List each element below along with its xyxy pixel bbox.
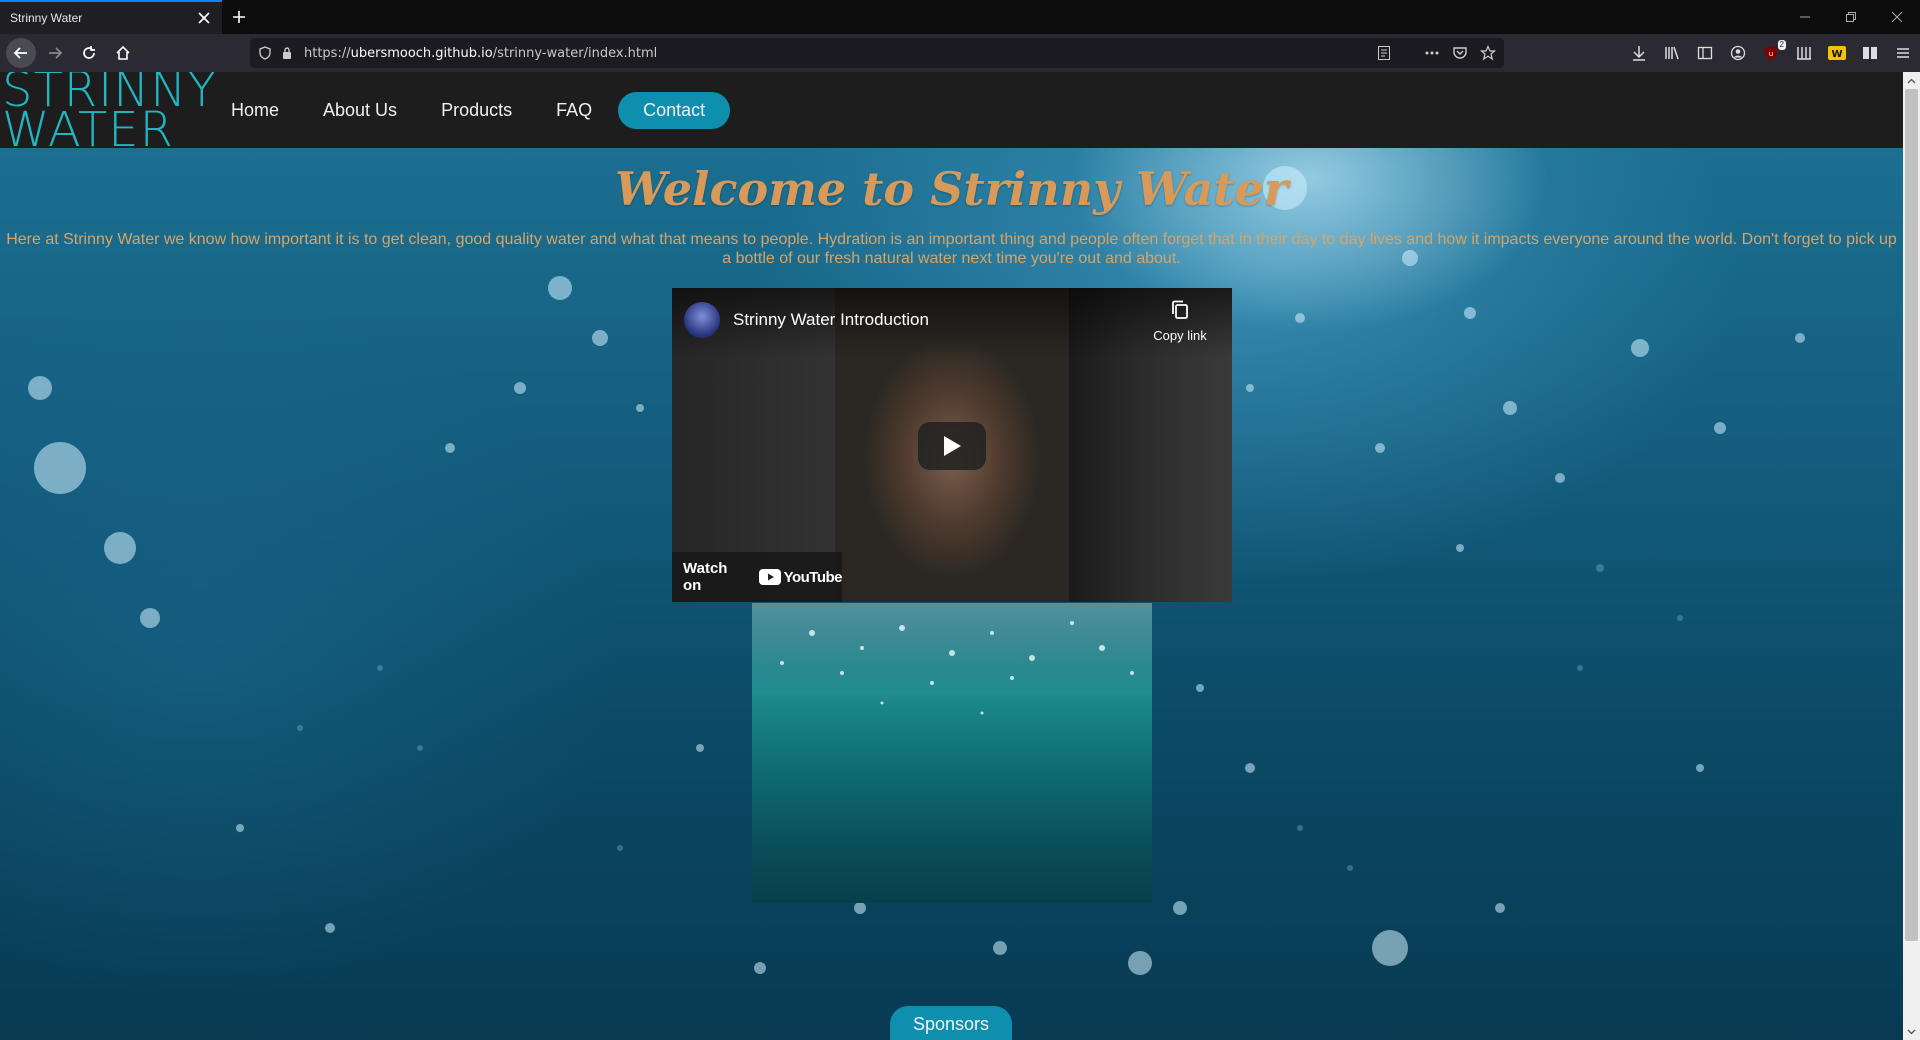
watch-on-label: Watch on xyxy=(683,560,728,594)
bookmark-star-icon[interactable] xyxy=(1480,45,1496,61)
tab-title: Strinny Water xyxy=(10,11,83,25)
browser-toolbar: https://ubersmooch.github.io/strinny-wat… xyxy=(0,34,1920,72)
youtube-logo: YouTube xyxy=(758,568,843,586)
scroll-up-arrow-icon[interactable] xyxy=(1903,72,1920,89)
channel-avatar[interactable] xyxy=(684,302,720,338)
downloads-icon[interactable] xyxy=(1628,42,1650,64)
home-icon xyxy=(116,45,130,60)
underwater-image xyxy=(752,603,1152,903)
lock-icon[interactable] xyxy=(280,46,294,60)
extension-badge: 2 xyxy=(1777,40,1786,50)
site-navbar: STRINNY WATER Home About Us Products FAQ… xyxy=(0,72,1903,158)
youtube-video-embed[interactable]: Strinny Water Introduction Copy link Wat… xyxy=(672,288,1232,602)
browser-tab-bar: Strinny Water xyxy=(0,0,1920,34)
shield-icon[interactable] xyxy=(258,46,272,60)
intro-paragraph: Here at Strinny Water we know how import… xyxy=(6,231,1897,267)
close-tab-icon[interactable] xyxy=(196,10,212,26)
web-page: STRINNY WATER Home About Us Products FAQ… xyxy=(0,72,1903,1040)
address-bar[interactable]: https://ubersmooch.github.io/strinny-wat… xyxy=(250,38,1504,68)
arrow-left-icon xyxy=(13,47,27,59)
youtube-play-icon xyxy=(758,569,781,585)
minimize-button[interactable] xyxy=(1782,0,1828,34)
restore-icon xyxy=(1846,12,1856,22)
copy-icon xyxy=(1172,300,1188,319)
scroll-down-arrow-icon[interactable] xyxy=(1903,1023,1920,1040)
url-text[interactable]: https://ubersmooch.github.io/strinny-wat… xyxy=(304,46,657,61)
nav-home-link[interactable]: Home xyxy=(209,100,301,121)
close-icon xyxy=(1892,12,1902,22)
menu-icon[interactable] xyxy=(1892,42,1914,64)
restore-button[interactable] xyxy=(1828,0,1874,34)
extension-w-icon[interactable]: W xyxy=(1826,42,1848,64)
browser-tab[interactable]: Strinny Water xyxy=(0,0,222,34)
more-actions-icon[interactable] xyxy=(1424,45,1440,61)
scrollbar-thumb[interactable] xyxy=(1905,89,1918,941)
site-logo[interactable]: STRINNY WATER xyxy=(0,72,216,158)
arrow-right-icon xyxy=(49,47,63,59)
youtube-wordmark: YouTube xyxy=(783,568,843,586)
reload-button[interactable] xyxy=(74,38,104,68)
svg-text:W: W xyxy=(1831,49,1842,60)
logo-line-2: WATER xyxy=(2,102,174,158)
svg-text:u: u xyxy=(1769,50,1773,58)
extension-grid-icon[interactable] xyxy=(1793,42,1815,64)
account-icon[interactable] xyxy=(1727,42,1749,64)
copy-link-label: Copy link xyxy=(1153,328,1207,343)
copy-link-button[interactable]: Copy link xyxy=(1150,300,1210,343)
sponsors-button[interactable]: Sponsors xyxy=(890,1006,1012,1040)
library-icon[interactable] xyxy=(1661,42,1683,64)
welcome-heading: Welcome to Strinny Water xyxy=(614,162,1289,216)
back-button[interactable] xyxy=(6,38,36,68)
home-button[interactable] xyxy=(108,38,138,68)
nav-faq-link[interactable]: FAQ xyxy=(534,100,614,121)
watch-on-youtube-button[interactable]: Watch on YouTube xyxy=(672,552,843,602)
plus-icon xyxy=(233,11,245,23)
page-scrollbar[interactable] xyxy=(1903,72,1920,1040)
reader-view-icon[interactable] xyxy=(1376,45,1392,61)
nav-contact-button[interactable]: Contact xyxy=(618,91,731,129)
video-title[interactable]: Strinny Water Introduction xyxy=(733,310,929,330)
close-window-button[interactable] xyxy=(1874,0,1920,34)
new-tab-button[interactable] xyxy=(222,0,256,34)
play-icon xyxy=(944,436,961,456)
sidebar-icon[interactable] xyxy=(1694,42,1716,64)
ublock-icon[interactable]: u2 xyxy=(1760,40,1786,64)
hero-section: Welcome to Strinny Water Here at Strinny… xyxy=(0,148,1903,1040)
play-button[interactable] xyxy=(918,422,986,470)
nav-products-link[interactable]: Products xyxy=(419,100,534,121)
forward-button[interactable] xyxy=(40,38,70,68)
minimize-icon xyxy=(1800,16,1810,18)
pocket-icon[interactable] xyxy=(1452,45,1468,61)
reload-icon xyxy=(83,46,95,59)
nav-about-link[interactable]: About Us xyxy=(301,100,419,121)
extension-book-icon[interactable] xyxy=(1859,42,1881,64)
